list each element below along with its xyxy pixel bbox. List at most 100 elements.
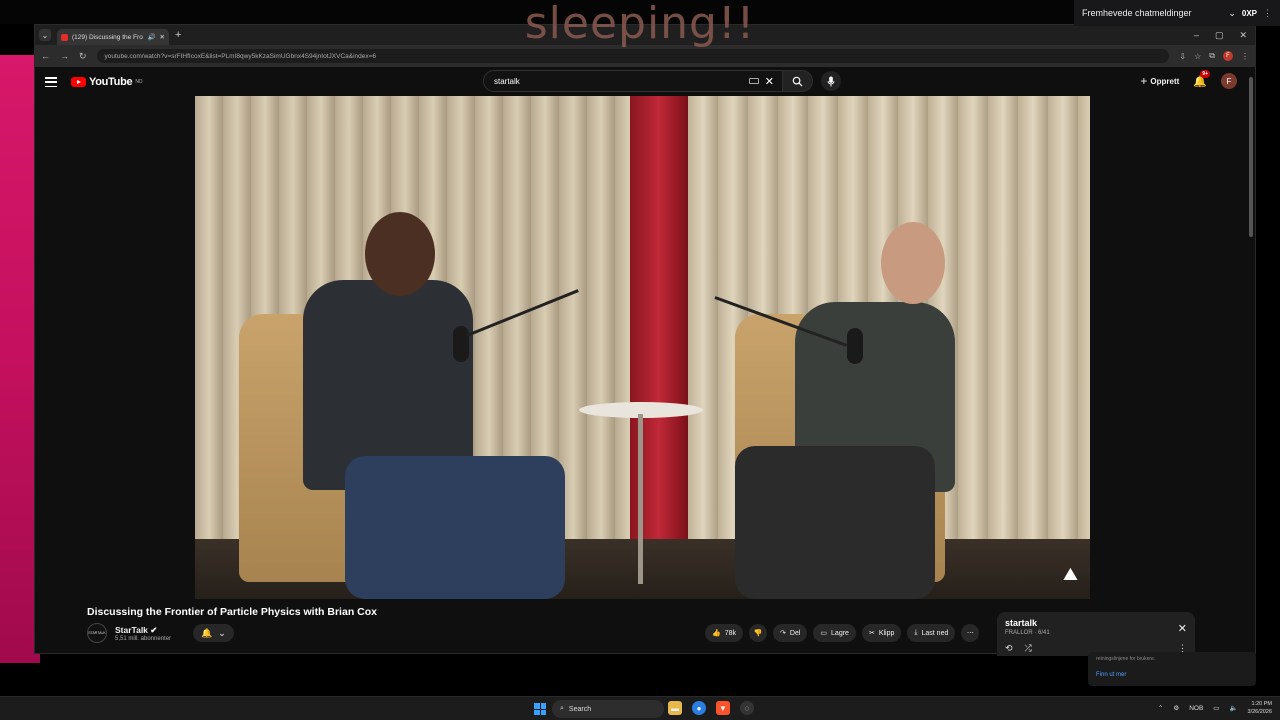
hamburger-menu-icon[interactable] bbox=[45, 77, 57, 87]
lang-indicator[interactable]: NOB bbox=[1189, 705, 1203, 712]
notifications-button[interactable]: 🔔 9+ bbox=[1193, 69, 1210, 88]
notification-text: retningslinjene for brukere. bbox=[1096, 656, 1156, 662]
notification-count: 9+ bbox=[1200, 69, 1210, 78]
youtube-play-icon bbox=[71, 77, 86, 87]
side-table-stem bbox=[638, 414, 643, 584]
search-bar: startalk ✕ bbox=[483, 70, 841, 92]
tray-app-icon[interactable]: ⚙ bbox=[1173, 704, 1179, 712]
back-button[interactable]: ← bbox=[41, 51, 50, 61]
clip-label: Klipp bbox=[878, 629, 895, 637]
share-button[interactable]: ↷ Del bbox=[773, 624, 808, 642]
plus-icon: + bbox=[1140, 74, 1148, 88]
video-title: Discussing the Frontier of Particle Phys… bbox=[87, 606, 377, 618]
page-scrollbar[interactable] bbox=[1249, 77, 1253, 237]
share-icon: ↷ bbox=[780, 630, 786, 637]
url-field[interactable]: youtube.com/watch?v=srFIHfIcoxE&list=PLm… bbox=[96, 49, 1170, 63]
extensions-icon[interactable]: ⧉ bbox=[1209, 51, 1215, 61]
right-person-legs bbox=[735, 446, 935, 599]
learn-more-link[interactable]: Finn ut mer bbox=[1096, 672, 1248, 678]
create-button[interactable]: + Opprett bbox=[1140, 74, 1179, 88]
loop-icon[interactable]: ⟲ bbox=[1005, 643, 1013, 654]
youtube-logo[interactable]: YouTube NO bbox=[71, 76, 143, 88]
install-icon[interactable]: ⇩ bbox=[1179, 52, 1186, 61]
channel-name-text: StarTalk bbox=[115, 624, 148, 635]
taskbar-search[interactable]: ⌕ Search bbox=[552, 700, 664, 718]
video-player[interactable]: ⛰ bbox=[195, 96, 1090, 599]
playlist-title[interactable]: startalk bbox=[1005, 618, 1187, 628]
clock-date: 3/26/2026 bbox=[1247, 709, 1272, 715]
verified-icon: ✔ bbox=[150, 624, 158, 635]
url-text: youtube.com/watch?v=srFIHfIcoxE&list=PLm… bbox=[104, 52, 377, 60]
chrome-icon[interactable]: ● bbox=[692, 701, 706, 715]
address-bar-icons: ⇩ ☆ ⧉ F ⋮ bbox=[1179, 51, 1249, 61]
shuffle-icon[interactable]: ⤮ bbox=[1025, 643, 1032, 654]
clock-time: 1:20 PM bbox=[1251, 701, 1272, 707]
channel-avatar[interactable]: STARTALK bbox=[87, 623, 107, 643]
file-explorer-icon[interactable]: ▬ bbox=[668, 701, 682, 715]
download-button[interactable]: ⤓ Last ned bbox=[907, 624, 956, 642]
chevron-down-icon[interactable]: ⌄ bbox=[1228, 8, 1236, 19]
clip-button[interactable]: ✂ Klipp bbox=[861, 624, 902, 642]
subscription-bell-button[interactable]: 🔔 ⌄ bbox=[193, 624, 234, 642]
more-horizontal-icon: ⋯ bbox=[966, 630, 974, 637]
left-person-legs bbox=[345, 456, 565, 599]
playlist-panel: startalk FRALLOR · 6/41 ✕ ⟲ ⤮ ⋮ bbox=[997, 612, 1195, 656]
keyboard-icon[interactable] bbox=[748, 78, 759, 84]
voice-search-button[interactable] bbox=[821, 71, 841, 91]
header-actions: + Opprett 🔔 9+ F bbox=[1140, 69, 1237, 89]
reload-button[interactable]: ↻ bbox=[79, 51, 87, 62]
search-query: startalk bbox=[494, 76, 520, 86]
browser-window: ⌄ (129) Discussing the Frontier 🔊 ✕ + – … bbox=[34, 24, 1256, 656]
microphone-icon bbox=[827, 75, 835, 87]
brave-icon[interactable]: ▼ bbox=[716, 701, 730, 715]
more-actions-button[interactable]: ⋯ bbox=[961, 624, 980, 642]
volume-icon[interactable]: 🔈 bbox=[1229, 704, 1237, 712]
dislike-button[interactable]: 👎 bbox=[749, 624, 768, 642]
save-button[interactable]: ▭ Lagre bbox=[813, 624, 856, 642]
browser-menu-icon[interactable]: ⋮ bbox=[1241, 52, 1249, 61]
left-microphone bbox=[453, 326, 469, 362]
left-person-head bbox=[365, 212, 435, 296]
search-icon bbox=[792, 76, 803, 87]
thumbs-down-icon: 👎 bbox=[753, 630, 763, 637]
policy-notification: retningslinjene for brukere. Finn ut mer bbox=[1088, 652, 1256, 686]
playlist-close-icon[interactable]: ✕ bbox=[1178, 622, 1187, 635]
download-icon: ⤓ bbox=[914, 629, 918, 636]
chat-points-badge[interactable]: 0XP bbox=[1242, 9, 1257, 18]
screen: ⌄ (129) Discussing the Frontier 🔊 ✕ + – … bbox=[0, 0, 1280, 720]
account-avatar[interactable]: F bbox=[1221, 73, 1237, 89]
bell-outline-icon: 🔔 bbox=[201, 627, 213, 638]
chevron-down-icon: ⌄ bbox=[218, 627, 226, 638]
download-label: Last ned bbox=[921, 629, 949, 637]
region-code: NO bbox=[135, 79, 143, 85]
tray-chevron-icon[interactable]: ⌃ bbox=[1158, 704, 1163, 712]
channel-name[interactable]: StarTalk ✔ bbox=[115, 625, 171, 636]
search-icon: ⌕ bbox=[560, 705, 564, 712]
create-label: Opprett bbox=[1150, 76, 1180, 86]
subscriber-count: 5,51 mill. abonnenter bbox=[115, 635, 172, 642]
taskbar-apps: ▬ ● ▼ ◌ bbox=[668, 701, 754, 715]
chat-title[interactable]: Fremhevede chatmeldinger bbox=[1082, 8, 1222, 18]
thumbs-up-icon: 👍 bbox=[712, 630, 721, 637]
windows-start-icon[interactable] bbox=[534, 703, 546, 715]
save-icon: ▭ bbox=[820, 630, 828, 637]
forward-button[interactable]: → bbox=[60, 51, 69, 61]
video-actions: 👍 78k 👎 ↷ Del ▭ Lagre ✂ Klipp ⤓ Last ned bbox=[705, 624, 980, 642]
scissors-icon: ✂ bbox=[868, 630, 875, 637]
like-button[interactable]: 👍 78k bbox=[705, 624, 744, 642]
search-button[interactable] bbox=[783, 70, 813, 92]
profile-icon[interactable]: F bbox=[1223, 51, 1233, 61]
chat-menu-icon[interactable]: ⋮ bbox=[1263, 8, 1272, 19]
clock[interactable]: 1:20 PM 3/26/2026 bbox=[1248, 700, 1272, 716]
search-input[interactable]: startalk ✕ bbox=[483, 70, 783, 92]
taskbar: ⌕ Search ▬ ● ▼ ◌ ⌃ ⚙ NOB ▭ 🔈 1:20 PM 3/2… bbox=[0, 696, 1280, 720]
clear-search-icon[interactable]: ✕ bbox=[765, 75, 782, 88]
channel-info: StarTalk ✔ 5,51 mill. abonnenter bbox=[115, 625, 171, 642]
channel-row: STARTALK StarTalk ✔ 5,51 mill. abonnente… bbox=[87, 623, 234, 643]
channel-watermark-icon[interactable]: ⛰ bbox=[1063, 564, 1078, 585]
app-icon[interactable]: ◌ bbox=[740, 701, 754, 715]
share-label: Del bbox=[789, 629, 801, 637]
bookmark-star-icon[interactable]: ☆ bbox=[1194, 52, 1201, 61]
youtube-wordmark: YouTube bbox=[89, 76, 133, 88]
network-icon[interactable]: ▭ bbox=[1213, 704, 1219, 712]
